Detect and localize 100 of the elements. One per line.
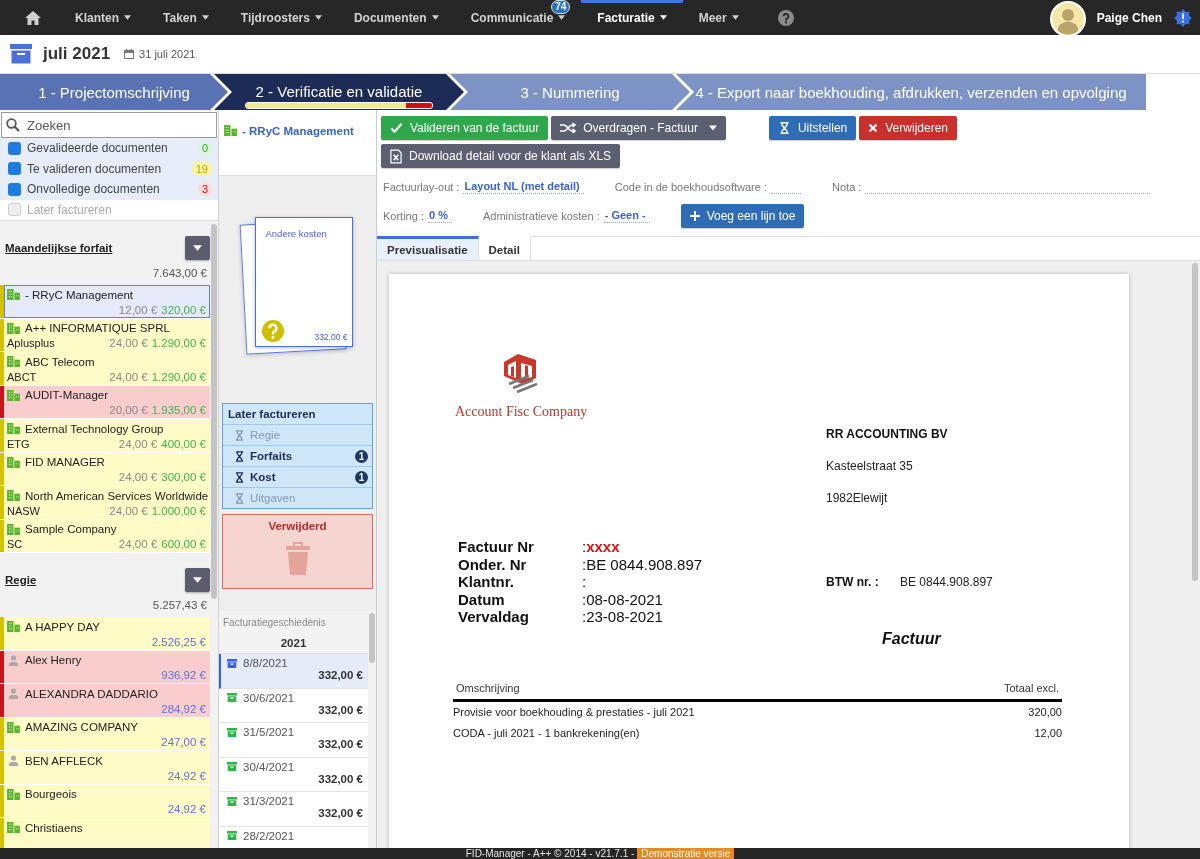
scrollbar-thumb[interactable]	[211, 224, 217, 599]
search-field[interactable]: Zoeken	[1, 112, 217, 138]
nav-link[interactable]: Facturatie	[581, 0, 683, 35]
deleted-dropzone[interactable]: Verwijderd	[222, 514, 373, 589]
history-entry[interactable]: 30/4/2021 332,00 €	[219, 757, 368, 792]
footer-text: FID-Manager - A++ © 2014 - v21.7.1 -	[465, 848, 635, 859]
dropdown-button[interactable]	[185, 568, 210, 592]
filter-option[interactable]: Te valideren documenten 19	[0, 158, 218, 179]
later-option[interactable]: Forfaits 1	[223, 446, 372, 467]
building-icon	[7, 322, 20, 334]
field-value[interactable]: 0 %	[427, 209, 452, 223]
invoice-amount: 1.290,00 €	[151, 370, 206, 383]
checkbox[interactable]	[8, 141, 21, 155]
checkbox[interactable]	[8, 162, 21, 176]
meta-label: Klantnr.	[458, 573, 515, 591]
meta-value: :08-08-2021	[582, 590, 663, 608]
scrollbar-thumb[interactable]	[369, 613, 375, 663]
action-button[interactable]: Download detail voor de klant als XLS	[381, 144, 621, 168]
history-entry[interactable]: 31/5/2021 332,00 €	[219, 723, 368, 758]
group-total: 7.643,00 €	[152, 266, 208, 281]
checkbox[interactable]	[8, 182, 21, 196]
dropdown-button[interactable]	[185, 236, 210, 260]
invoice-amount: 400,00 €	[161, 437, 206, 450]
building-icon	[7, 822, 20, 833]
nav-link[interactable]: Tijdroosters	[224, 0, 338, 35]
client-list-item[interactable]: - RRyC Management 12,00 € 320,00 €	[0, 285, 210, 319]
client-list-item[interactable]: AUDIT-Manager 20,00 € 1.935,00 €	[0, 385, 210, 419]
count-badge: 0	[197, 141, 212, 156]
help-icon[interactable]	[777, 9, 794, 26]
panel-title: Later factureren	[223, 404, 372, 425]
notification-badge: 74	[551, 0, 571, 14]
client-list-item[interactable]: FID MANAGER 24,00 € 300,00 €	[0, 452, 210, 486]
invoice-amount: 24,92 €	[167, 803, 206, 815]
history-date: 30/6/2021	[243, 691, 295, 704]
building-icon	[7, 788, 20, 800]
invoice-amount: 600,00 €	[161, 538, 206, 550]
nav-link[interactable]: Documenten	[337, 0, 455, 35]
building-icon	[7, 423, 20, 434]
filter-option[interactable]: Gevalideerde documenten 0	[0, 138, 218, 159]
vat-label: BTW nr. :	[826, 574, 880, 589]
client-list-item[interactable]: External Technology Group ETG 24,00 € 400,00 €	[0, 419, 210, 453]
nav-link[interactable]: Communicatie 74	[454, 0, 582, 35]
history-entry[interactable]: 31/3/2021 332,00 €	[219, 792, 368, 827]
client-list-item[interactable]: AMAZING COMPANY 247,00 €	[0, 717, 210, 751]
history-amount: 332,00 €	[318, 807, 363, 819]
client-code: SC	[7, 538, 23, 550]
client-list-item[interactable]: ABC Telecom ABCT 24,00 € 1.290,00 €	[0, 352, 210, 386]
wizard-step[interactable]: 1 - Projectomschrijving	[0, 74, 228, 110]
user-name[interactable]: Paige Chen	[1096, 10, 1162, 25]
client-list-item[interactable]: Bourgeois 24,92 €	[0, 784, 210, 818]
invoice-amount: 320,00 €	[161, 303, 206, 316]
dropdown-button[interactable]: Overdragen - Factuur	[551, 116, 726, 140]
avatar[interactable]	[1049, 0, 1086, 37]
client-list-item[interactable]: BEN AFFLECK 24,92 €	[0, 751, 210, 785]
field-value[interactable]: - Geen -	[603, 209, 650, 223]
scrollbar-thumb[interactable]	[1192, 263, 1198, 581]
action-button[interactable]: Uitstellen	[768, 116, 857, 140]
later-option[interactable]: Kost 1	[223, 467, 372, 488]
history-entry[interactable]: 28/2/2021	[219, 826, 368, 848]
nav-link[interactable]: Klanten	[59, 0, 147, 35]
client-list-item[interactable]: North American Services Worldwide NASW 24,00 € 1.000,00 €	[0, 486, 210, 520]
wizard-step[interactable]: 2 - Verificatie en validatie	[214, 74, 464, 110]
client-name: Bourgeois	[25, 788, 77, 800]
client-list-item[interactable]: A++ INFORMATIQUE SPRL Aplusplus 24,00 € 1.290,00 €	[0, 318, 210, 352]
history-entry[interactable]: 8/8/2021 332,00 €	[219, 654, 368, 689]
nav-link[interactable]: Meer	[682, 0, 755, 35]
period-date: 31 juli 2021	[139, 48, 196, 60]
tab[interactable]: Previsualisatie	[377, 236, 479, 260]
line-description: CODA - juli 2021 - 1 bankrekening(en)	[453, 727, 640, 739]
filter-option[interactable]: Onvolledige documenten 3	[0, 179, 218, 200]
history-amount: 332,00 €	[318, 669, 363, 681]
client-list-item[interactable]: Alex Henry 936,92 €	[0, 650, 210, 684]
group-total: 5.257,43 €	[152, 598, 208, 613]
history-date: 8/8/2021	[243, 657, 288, 669]
column-header: Totaal excl.	[1003, 681, 1059, 694]
invoice-amount: 2.526,25 €	[151, 635, 206, 648]
history-amount: 332,00 €	[318, 772, 363, 785]
nav-link[interactable]: Taken	[147, 0, 225, 35]
client-list-item[interactable]: A HAPPY DAY 2.526,25 €	[0, 617, 210, 651]
tab[interactable]: Detail	[478, 236, 531, 260]
invoice-amount: 284,92 €	[161, 702, 206, 715]
meta-value: :23-08-2021	[582, 608, 663, 626]
field-value[interactable]: Layout NL (met detail)	[463, 180, 584, 194]
document-card[interactable]: Andere kosten 332,00 €	[254, 217, 353, 347]
alert-icon[interactable]	[1174, 8, 1192, 27]
building-icon	[7, 523, 20, 535]
client-name: A HAPPY DAY	[25, 620, 100, 633]
client-list-item[interactable]: ALEXANDRA DADDARIO 284,92 €	[0, 684, 210, 718]
cost-amount: 24,00 €	[118, 437, 158, 450]
action-button[interactable]: Verwijderen	[859, 116, 957, 140]
add-line-button[interactable]: Voeg een lijn toe	[680, 204, 805, 228]
client-list-item[interactable]: Sample Company SC 24,00 € 600,00 €	[0, 519, 210, 553]
history-entry[interactable]: 30/6/2021 332,00 €	[219, 688, 368, 723]
history-date: 28/2/2021	[243, 829, 295, 842]
client-list-item[interactable]: Christiaens	[0, 818, 210, 848]
client-link[interactable]: - RRyC Management	[242, 125, 354, 137]
invoice-amount: 24,92 €	[167, 769, 206, 782]
home-icon[interactable]	[24, 9, 42, 26]
field-label: Korting :	[383, 210, 424, 222]
client-code: ABCT	[7, 370, 37, 383]
